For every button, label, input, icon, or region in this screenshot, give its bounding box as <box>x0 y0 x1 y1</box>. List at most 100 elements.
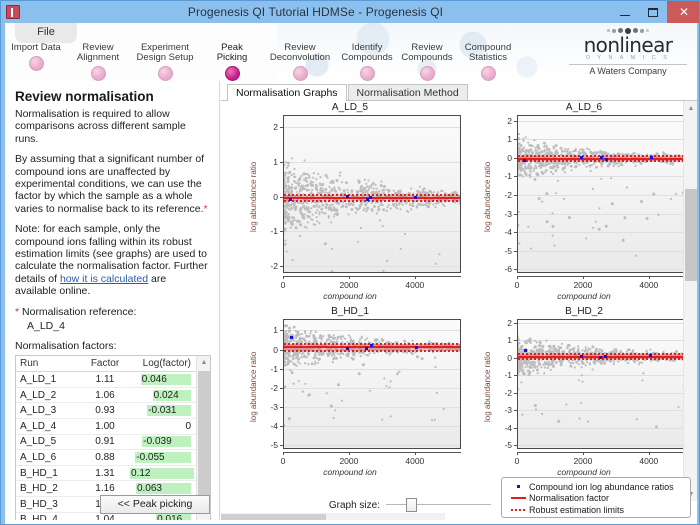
logo-divider <box>569 64 687 65</box>
close-button[interactable]: ✕ <box>667 1 699 23</box>
peak-picking-button[interactable]: << Peak picking <box>100 495 210 514</box>
minimize-button[interactable] <box>611 1 639 23</box>
y-tick-mark <box>280 406 283 408</box>
y-tick-label: 2 <box>273 122 278 133</box>
table-row[interactable]: B_HD_1 1.31 0.12 <box>16 465 197 482</box>
workflow-step-label: Review Alignment <box>76 42 120 63</box>
legend-marker-dot-icon <box>507 485 529 489</box>
highlighted-compound-ion-point[interactable] <box>523 158 527 162</box>
table-column-header[interactable]: Factor <box>84 355 126 373</box>
chart-A_LD_5[interactable]: A_LD_5 -2 -1 0 1 2 0 2000 4000 compound ion log ab… <box>239 101 461 301</box>
y-tick-mark <box>514 445 517 447</box>
y-tick-label: -1 <box>504 171 512 182</box>
highlighted-compound-ion-point[interactable] <box>599 156 603 160</box>
graphs-scrollbar-thumb[interactable] <box>685 189 697 281</box>
highlighted-compound-ion-point[interactable] <box>346 346 350 350</box>
file-tab[interactable]: File <box>15 23 77 43</box>
table-row[interactable]: A_LD_2 1.06 0.024 <box>16 387 197 404</box>
y-tick-mark <box>514 250 517 252</box>
legend-marker-line-icon <box>507 497 529 500</box>
y-tick-label: -2 <box>504 189 512 200</box>
workflow-step-identify-compounds[interactable]: Identify Compounds <box>337 43 397 81</box>
workflow-step-label: Compound Statistics <box>464 42 512 63</box>
legend-label: Robust estimation limits <box>529 504 625 515</box>
table-column-header[interactable]: Log(factor) <box>126 355 197 373</box>
workflow-step-import-data[interactable]: Import Data <box>5 43 67 81</box>
x-tick-mark <box>283 276 284 279</box>
window-controls: ✕ <box>611 1 699 23</box>
cell-run: A_LD_3 <box>16 402 84 419</box>
scatter-points <box>518 320 694 448</box>
table-row[interactable]: A_LD_6 0.88 -0.055 <box>16 449 197 466</box>
highlighted-compound-ion-point[interactable] <box>603 355 607 359</box>
cell-factor: 1.11 <box>84 371 126 388</box>
workflow-step-review-compounds[interactable]: Review Compounds <box>397 43 457 81</box>
graphs-scrollbar[interactable]: ▲ ▼ <box>683 101 697 501</box>
scroll-up-icon[interactable]: ▲ <box>197 356 210 370</box>
cell-factor: 0.93 <box>84 402 126 419</box>
graph-size-slider[interactable] <box>386 498 491 512</box>
cell-run: B_HD_3 <box>16 496 84 513</box>
highlighted-compound-ion-point[interactable] <box>414 196 417 200</box>
client-area: Review normalisation Normalisation is re… <box>5 81 697 524</box>
workflow-step-compound-statistics[interactable]: Compound Statistics <box>457 43 519 81</box>
highlighted-compound-ion-point[interactable] <box>364 346 368 350</box>
scrollbar-thumb[interactable] <box>198 370 210 501</box>
workflow-step-label: Import Data <box>11 42 61 53</box>
workflow-step-dot-icon <box>359 66 375 81</box>
table-column-header[interactable]: Run <box>16 355 84 373</box>
y-axis-label: log abundance ratio <box>249 351 258 422</box>
highlighted-compound-ion-point[interactable] <box>604 158 608 162</box>
maximize-button[interactable] <box>639 1 667 23</box>
tab-normalisation-graphs[interactable]: Normalisation Graphs <box>227 84 347 101</box>
cell-run: A_LD_6 <box>16 449 84 466</box>
chart-A_LD_6[interactable]: A_LD_6 -6 -5 -4 -3 -2 -1 0 1 2 0 2000 4000 compound i… <box>473 101 695 301</box>
tab-normalisation-method[interactable]: Normalisation Method <box>347 84 468 101</box>
y-tick-label: -2 <box>270 261 278 272</box>
table-row[interactable]: A_LD_3 0.93 -0.031 <box>16 402 197 419</box>
highlighted-compound-ion-point[interactable] <box>369 343 373 347</box>
workflow-step-dot-icon <box>90 66 106 81</box>
x-tick-mark <box>517 452 518 455</box>
log-factor-bar: 0.12 <box>130 467 195 479</box>
log-factor-bar: -0.055 <box>135 451 191 463</box>
workflow-step-dot-icon <box>419 66 435 81</box>
robust-limit-line-lower <box>284 200 460 203</box>
plot-area: -6 -5 -4 -3 -2 -1 0 1 2 0 2000 4000 compound ion log … <box>473 101 695 301</box>
graphs-scroll-up-icon[interactable]: ▲ <box>684 101 698 115</box>
cell-run: B_HD_2 <box>16 480 84 497</box>
workflow-step-review-alignment[interactable]: Review Alignment <box>67 43 129 81</box>
slider-thumb[interactable] <box>406 498 417 512</box>
highlighted-compound-ion-point[interactable] <box>649 354 652 358</box>
how-it-is-calculated-link[interactable]: how it is calculated <box>60 273 148 285</box>
workflow-step-peak-picking[interactable]: Peak Picking <box>201 43 263 81</box>
highlighted-compound-ion-point[interactable] <box>415 345 419 349</box>
x-axis-label: compound ion <box>557 467 611 477</box>
chart-B_HD_2[interactable]: B_HD_2 -5 -4 -3 -2 -1 0 1 2 0 2000 4000 compound ion… <box>473 305 695 477</box>
x-axis-line <box>283 276 461 277</box>
plot-area: -5 -4 -3 -2 -1 0 1 2 0 2000 4000 compound ion log ab… <box>473 305 695 477</box>
table-row[interactable]: A_LD_1 1.11 0.046 <box>16 371 197 388</box>
table-row[interactable]: A_LD_5 0.91 -0.039 <box>16 434 197 451</box>
highlighted-compound-ion-point[interactable] <box>346 195 350 199</box>
y-tick-label: 0 <box>273 344 278 355</box>
highlighted-compound-ion-point[interactable] <box>290 336 294 340</box>
chart-B_HD_1[interactable]: B_HD_1 -5 -4 -3 -2 -1 0 1 0 2000 4000 compound ion l… <box>239 305 461 477</box>
highlighted-compound-ion-point[interactable] <box>580 155 584 159</box>
highlighted-compound-ion-point[interactable] <box>523 349 527 353</box>
highlighted-compound-ion-point[interactable] <box>598 355 602 359</box>
highlighted-compound-ion-point[interactable] <box>369 195 373 199</box>
highlighted-compound-ion-point[interactable] <box>580 355 584 359</box>
log-factor-bar: -0.039 <box>142 436 191 448</box>
explanation-paragraph: By assuming that a significant number of… <box>15 153 210 215</box>
table-row[interactable]: A_LD_4 1.00 0 <box>16 418 197 435</box>
y-tick-mark <box>280 445 283 447</box>
x-tick-label: 0 <box>514 456 520 466</box>
normalisation-reference-label: * Normalisation reference: <box>15 306 210 318</box>
workflow-step-label: Experiment Design Setup <box>136 42 194 63</box>
highlighted-compound-ion-point[interactable] <box>649 156 653 160</box>
intro-paragraph: Normalisation is required to allow compa… <box>15 108 186 145</box>
highlighted-compound-ion-point[interactable] <box>289 198 293 202</box>
workflow-step-review-deconvolution[interactable]: Review Deconvolution <box>263 43 337 81</box>
workflow-step-experiment-design-setup[interactable]: Experiment Design Setup <box>129 43 201 81</box>
